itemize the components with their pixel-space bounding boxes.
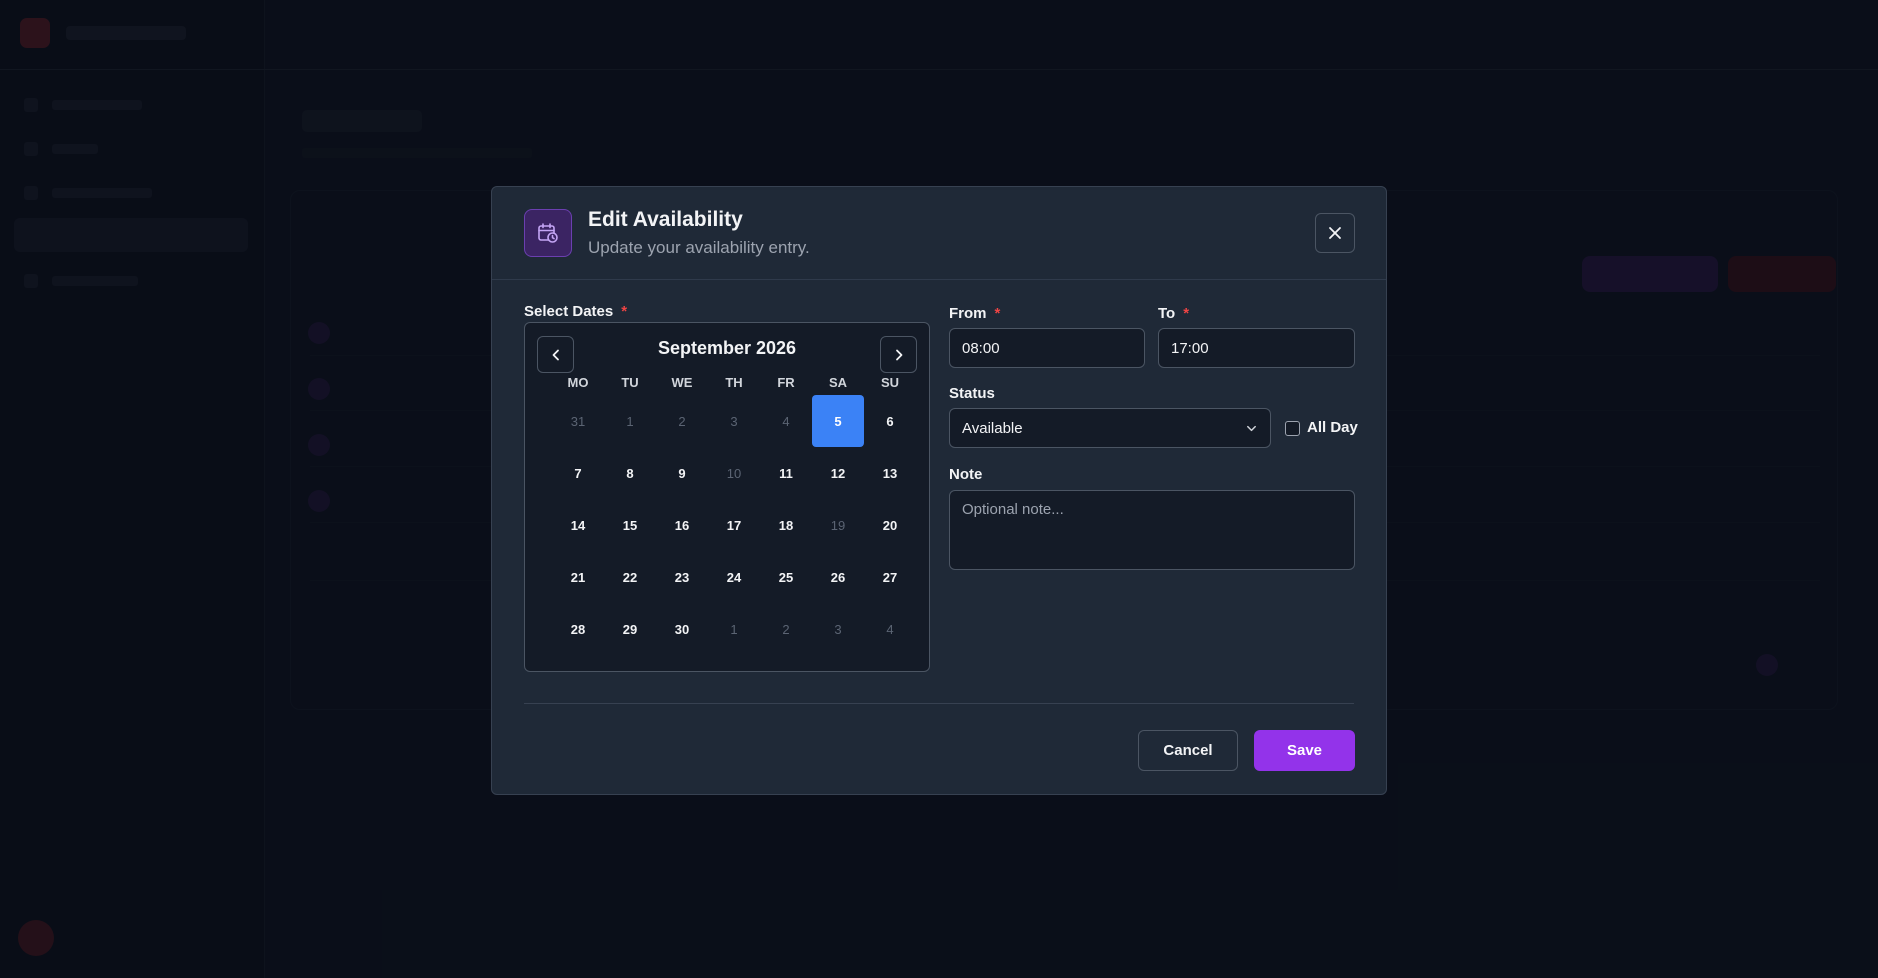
calendar-day[interactable]: 30 (656, 603, 708, 655)
weekday-header: TU (621, 375, 639, 390)
calendar-day: 1 (626, 413, 634, 429)
date-picker-calendar: September 2026 MO TU WE TH FR SA SU 31 1 2 3 4 5 6 7 8 9… (524, 322, 930, 672)
required-mark: * (1183, 305, 1190, 322)
calendar-day[interactable]: 17 (708, 499, 760, 551)
all-day-checkbox[interactable] (1285, 421, 1300, 436)
calendar-day: 10 (726, 465, 742, 481)
calendar-day[interactable]: 27 (864, 551, 916, 603)
calendar-day[interactable]: 12 (812, 447, 864, 499)
calendar-day[interactable]: 23 (656, 551, 708, 603)
weekday-header: MO (567, 375, 589, 390)
calendar-month-label: September 2026 (657, 338, 797, 358)
calendar-day[interactable]: 15 (604, 499, 656, 551)
calendar-day: 2 (678, 413, 686, 429)
to-label: To * (1158, 305, 1190, 322)
calendar-day[interactable]: 4 (864, 603, 916, 655)
next-month-button[interactable] (880, 336, 917, 373)
calendar-day: 4 (782, 413, 790, 429)
dialog-header: Edit Availability Update your availabili… (492, 187, 1386, 280)
calendar-day[interactable]: 20 (864, 499, 916, 551)
calendar-clock-icon (524, 209, 572, 257)
close-button[interactable] (1315, 213, 1355, 253)
close-icon (1329, 227, 1341, 239)
select-dates-label: Select Dates * (524, 303, 628, 320)
calendar-day[interactable]: 25 (760, 551, 812, 603)
calendar-day-selected[interactable]: 5 (812, 395, 864, 447)
calendar-day[interactable]: 31 (552, 395, 604, 447)
note-textarea[interactable] (949, 490, 1355, 570)
chevron-right-icon (895, 349, 902, 360)
status-value: Available (962, 419, 1023, 437)
weekday-header: TH (725, 375, 743, 390)
calendar-day[interactable]: 6 (864, 395, 916, 447)
calendar-day[interactable]: 9 (656, 447, 708, 499)
calendar-day[interactable]: 2 (760, 603, 812, 655)
calendar-day[interactable]: 26 (812, 551, 864, 603)
calendar-day[interactable]: 13 (864, 447, 916, 499)
to-time-value: 17:00 (1171, 339, 1209, 357)
calendar-day[interactable]: 1 (708, 603, 760, 655)
dialog-subtitle: Update your availability entry. (588, 238, 810, 257)
edit-availability-dialog: Edit Availability Update your availabili… (491, 186, 1387, 795)
status-label: Status (949, 385, 995, 402)
cancel-button[interactable]: Cancel (1138, 730, 1238, 771)
calendar-day[interactable]: 7 (552, 447, 604, 499)
calendar-day: 3 (730, 413, 738, 429)
required-mark: * (621, 303, 628, 320)
dialog-title: Edit Availability (588, 208, 743, 231)
calendar-day[interactable]: 18 (760, 499, 812, 551)
from-time-input[interactable]: 08:00 (949, 328, 1145, 368)
status-select[interactable]: Available (949, 408, 1271, 448)
calendar-day[interactable]: 3 (812, 603, 864, 655)
footer-divider (524, 703, 1354, 704)
calendar-day[interactable]: 16 (656, 499, 708, 551)
chevron-down-icon (1247, 425, 1256, 431)
from-time-value: 08:00 (962, 339, 1000, 357)
calendar-day[interactable]: 24 (708, 551, 760, 603)
required-mark: * (994, 305, 1001, 322)
calendar-day[interactable]: 22 (604, 551, 656, 603)
calendar-day[interactable]: 21 (552, 551, 604, 603)
calendar-day[interactable]: 8 (604, 447, 656, 499)
weekday-header: SA (828, 375, 848, 390)
calendar-day[interactable]: 28 (552, 603, 604, 655)
all-day-label[interactable]: All Day (1307, 419, 1358, 436)
weekday-header: SU (880, 375, 900, 390)
from-label: From * (949, 305, 1001, 322)
save-button[interactable]: Save (1254, 730, 1355, 771)
calendar-day[interactable]: 11 (760, 447, 812, 499)
to-time-input[interactable]: 17:00 (1158, 328, 1355, 368)
calendar-day: 19 (830, 517, 846, 533)
weekday-header: WE (671, 375, 693, 390)
note-label: Note (949, 466, 983, 483)
weekday-header: FR (777, 375, 795, 390)
calendar-day[interactable]: 14 (552, 499, 604, 551)
calendar-day[interactable]: 29 (604, 603, 656, 655)
